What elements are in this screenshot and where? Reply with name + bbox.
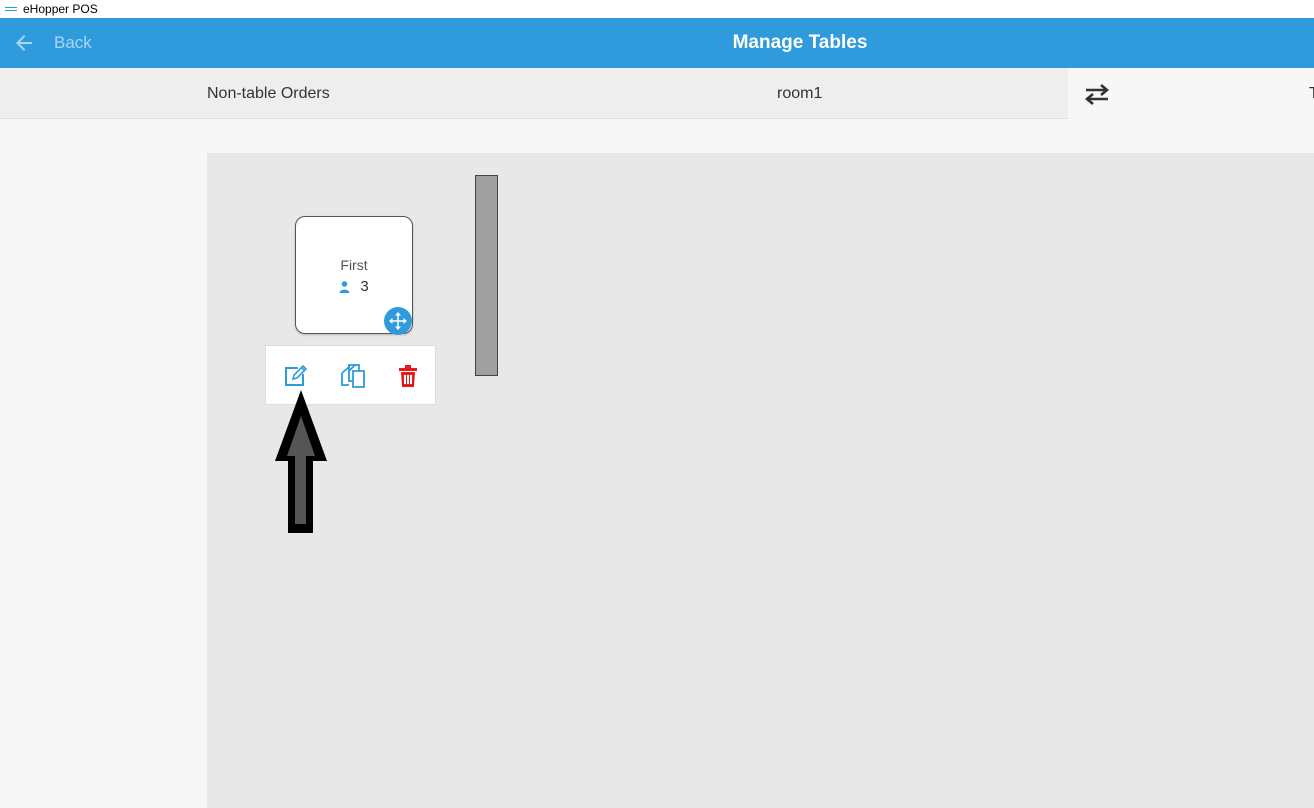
table-name: First (340, 257, 368, 273)
floor-plan-canvas[interactable]: First 3 (207, 153, 1314, 808)
page-title: Manage Tables (732, 32, 868, 53)
table-first[interactable]: First 3 (295, 216, 413, 335)
back-label: Back (54, 33, 92, 52)
wall-element[interactable] (475, 175, 498, 376)
move-handle[interactable] (384, 307, 412, 335)
delete-table-button[interactable] (394, 362, 422, 390)
window-titlebar: eHopper POS (0, 0, 1314, 18)
window-title: eHopper POS (23, 2, 98, 16)
duplicate-icon (341, 364, 365, 388)
swap-arrows-icon (1084, 83, 1110, 105)
app-logo-icon (5, 7, 17, 11)
tab-room1[interactable]: room1 (777, 68, 822, 119)
table-actions-panel (265, 345, 436, 405)
move-arrows-icon (389, 312, 407, 330)
arrow-left-icon (16, 35, 32, 51)
tab-non-table-orders[interactable]: Non-table Orders (207, 68, 330, 119)
duplicate-table-button[interactable] (339, 362, 367, 390)
edit-table-button[interactable] (281, 362, 309, 390)
back-button[interactable]: Back (12, 18, 92, 68)
swap-button[interactable]: T (1068, 68, 1314, 119)
person-icon (339, 280, 350, 293)
trash-icon (399, 365, 417, 387)
tab-cut-label[interactable]: T (1309, 85, 1314, 103)
room-tabbar: Non-table Orders room1 T (0, 68, 1314, 119)
app-header: Manage Tables Back (0, 18, 1314, 68)
seat-count: 3 (360, 278, 369, 295)
edit-pencil-icon (285, 364, 308, 386)
table-seats: 3 (296, 278, 412, 295)
